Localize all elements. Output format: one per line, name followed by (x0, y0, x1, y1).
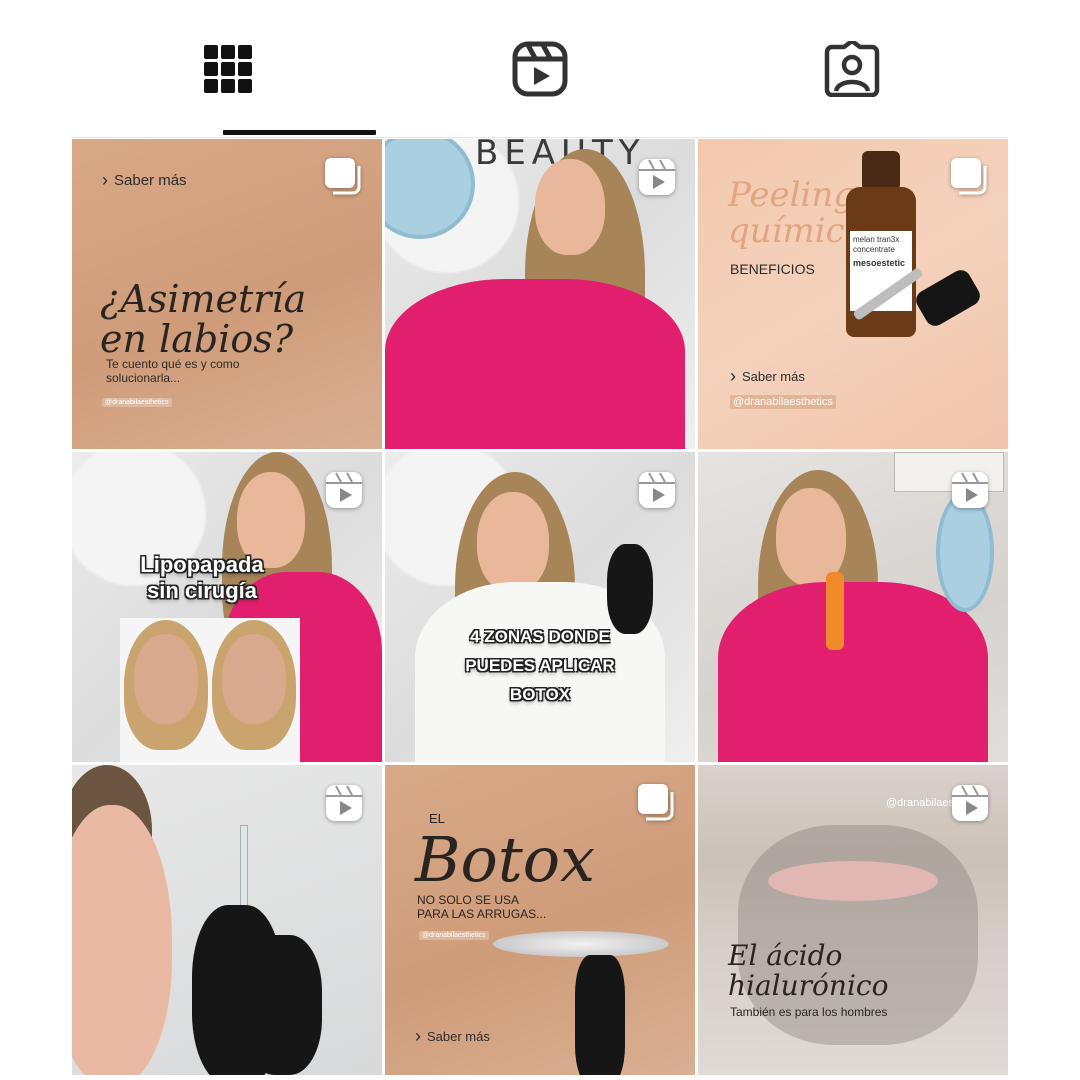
reel-badge (950, 470, 990, 510)
handle-tag: @dranabilaes (886, 797, 955, 809)
post-tile-botox[interactable]: EL Botox NO SOLO SE USA PARA LAS ARRUGAS… (385, 765, 695, 1075)
tab-tagged[interactable] (696, 0, 1008, 138)
reel-badge (950, 783, 990, 823)
reel-icon (639, 472, 675, 508)
post-title: Peeling químico (728, 175, 866, 251)
reel-icon (952, 472, 988, 508)
face (72, 805, 172, 1075)
reel-badge (637, 157, 677, 197)
tab-posts-grid[interactable] (72, 0, 384, 138)
carousel-badge (637, 783, 677, 823)
face (477, 492, 549, 592)
post-subtitle: Te cuento qué es y como solucionarla... (106, 357, 240, 385)
post-subtitle: NO SOLO SE USA PARA LAS ARRUGAS... (417, 893, 547, 921)
pink-jacket (718, 582, 988, 762)
post-tile-peeling[interactable]: Peeling químico BENEFICIOS melan tran3x … (698, 139, 1008, 449)
reel-badge (637, 470, 677, 510)
post-tile-asimetria[interactable]: › Saber más ¿Asimetría en labios? Te cuen… (72, 139, 382, 449)
saber-mas-link: › Saber más (730, 366, 805, 386)
reel-icon (952, 785, 988, 821)
post-subtitle: También es para los hombres (730, 1005, 888, 1019)
post-tile-reel-mirror[interactable]: BEAUTY (385, 139, 695, 449)
before-after-photo (120, 618, 300, 762)
post-tile-lipopapada[interactable]: Lipopapada sin cirugía (72, 452, 382, 762)
black-glove (575, 955, 625, 1075)
profile-tabs (72, 0, 1008, 138)
post-title: ¿Asimetría en labios? (100, 277, 307, 361)
overlay-text: 4 ZONAS DONDE PUEDES APLICAR BOTOX (465, 627, 615, 704)
profile-posts-view: › Saber más ¿Asimetría en labios? Te cuen… (0, 0, 1080, 1080)
posts-grid: › Saber más ¿Asimetría en labios? Te cuen… (72, 139, 1008, 1076)
carousel-badge (950, 157, 990, 197)
reel-icon (326, 472, 362, 508)
post-tile-reel-syringe[interactable] (72, 765, 382, 1075)
section-label: BENEFICIOS (730, 261, 815, 277)
reel-badge (324, 783, 364, 823)
post-tile-4-zonas[interactable]: 4 ZONAS DONDE PUEDES APLICAR BOTOX (385, 452, 695, 762)
reel-icon (326, 785, 362, 821)
overlay-text: Lipopapada sin cirugía (140, 552, 264, 603)
post-tile-reel-spray[interactable] (698, 452, 1008, 762)
tagged-icon (824, 41, 880, 97)
silver-tray (493, 931, 669, 957)
reel-badge (324, 470, 364, 510)
reel-icon (639, 159, 675, 195)
carousel-icon (951, 158, 987, 195)
spray-bottle (826, 572, 844, 650)
post-title: Botox (415, 823, 596, 896)
tab-reels[interactable] (384, 0, 696, 138)
handle-tag: @dranabilaesthetics (730, 395, 836, 409)
grid-icon (204, 45, 252, 93)
carousel-icon (638, 784, 674, 821)
reels-icon (512, 41, 568, 97)
carousel-icon (325, 158, 361, 195)
hand-mirror (385, 139, 475, 239)
black-glove-2 (242, 935, 322, 1075)
pink-jacket (385, 279, 685, 449)
post-tile-acido-hialuronico[interactable]: @dranabilaes El ácido hialurónico Tambié… (698, 765, 1008, 1075)
handle-tag: @dranabilaesthetics (102, 398, 172, 407)
handle-tag: @dranabilaesthetics (419, 931, 489, 940)
active-tab-indicator (223, 130, 376, 135)
saber-mas-link: › Saber más (415, 1026, 490, 1046)
saber-mas-link: › Saber más (102, 170, 187, 190)
post-title: El ácido hialurónico (728, 939, 889, 1002)
face (535, 159, 605, 255)
hand-mirror (936, 492, 994, 612)
dropper-cap (912, 266, 984, 330)
carousel-badge (324, 157, 364, 197)
black-glove (607, 544, 653, 634)
